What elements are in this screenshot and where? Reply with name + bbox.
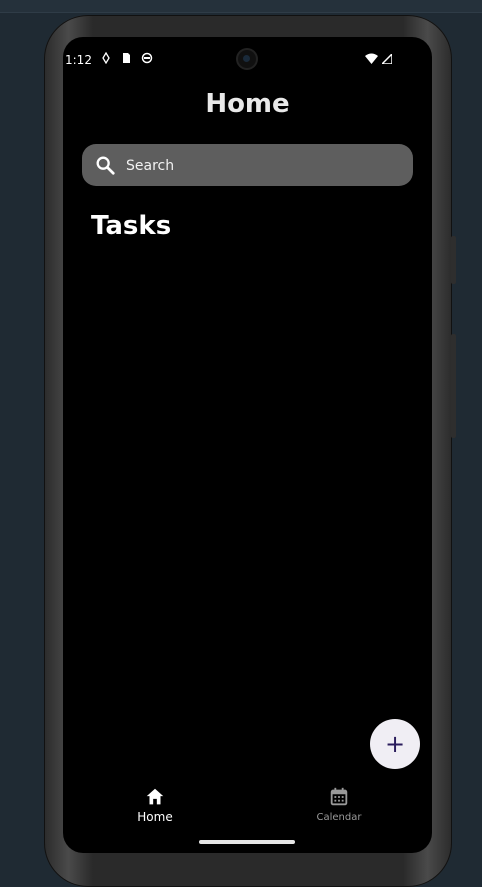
host-window-top-bar: [0, 0, 482, 13]
search-icon: [96, 156, 115, 175]
nav-item-calendar[interactable]: Calendar: [279, 782, 399, 832]
tasks-section-title: Tasks: [91, 211, 172, 241]
page-title: Home: [205, 89, 290, 119]
location-icon: [102, 52, 110, 64]
search-input[interactable]: [124, 144, 408, 188]
home-icon: [146, 788, 164, 805]
status-time: 1:12: [65, 53, 92, 67]
status-icons-right: [365, 53, 392, 64]
volume-button: [451, 334, 456, 438]
status-icons-left: [101, 52, 153, 64]
calendar-icon: [330, 787, 348, 806]
nav-item-home[interactable]: Home: [95, 782, 215, 832]
front-camera: [238, 50, 256, 68]
search-bar[interactable]: [82, 144, 413, 188]
power-button: [451, 236, 456, 284]
sync-icon: [141, 52, 153, 64]
plus-icon: +: [384, 730, 406, 758]
nav-label-home: Home: [137, 810, 173, 824]
device-screen: 1:12 Home Tasks +: [63, 37, 432, 853]
bottom-navigation: Home Calendar: [63, 782, 432, 832]
wifi-icon: [365, 53, 378, 64]
nav-label-calendar: Calendar: [316, 812, 362, 823]
signal-icon: [382, 53, 392, 64]
gesture-home-indicator[interactable]: [199, 840, 295, 844]
add-task-button[interactable]: +: [370, 719, 420, 769]
sd-card-icon: [123, 53, 130, 63]
